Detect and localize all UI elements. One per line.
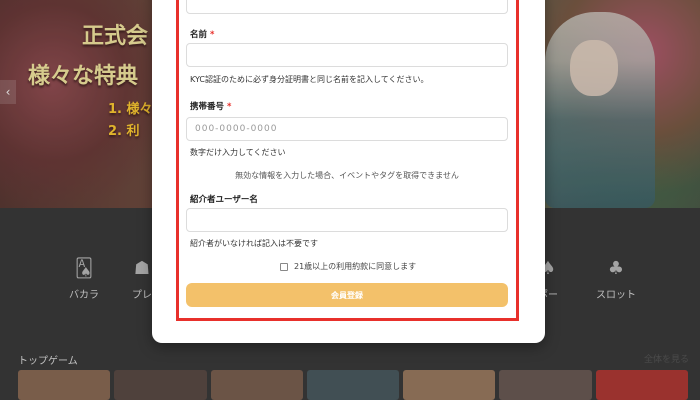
required-mark: * [227,102,232,112]
name-hint: KYC認証のために必ず身分証明書と同じ名前を記入してください。 [190,75,429,84]
terms-checkbox[interactable] [280,262,288,271]
phone-label: 携帯番号 * [190,102,232,112]
phone-input[interactable] [186,117,508,141]
phone-hint: 数字だけ入力してください [190,148,286,157]
referrer-input[interactable] [186,208,508,232]
terms-agreement[interactable]: 21歳以上の利用約款に同意します [280,261,416,272]
required-mark: * [210,30,215,40]
terms-label: 21歳以上の利用約款に同意します [294,262,417,271]
previous-field-input[interactable] [186,0,508,14]
register-button[interactable]: 会員登録 [186,283,508,307]
referrer-label: 紹介者ユーザー名 [190,195,258,205]
name-input[interactable] [186,43,508,67]
invalid-info-notice: 無効な情報を入力した場合、イベントやタグを取得できません [235,171,459,180]
referrer-hint: 紹介者がいなければ記入は不要です [190,239,318,248]
name-label: 名前 * [190,30,215,40]
